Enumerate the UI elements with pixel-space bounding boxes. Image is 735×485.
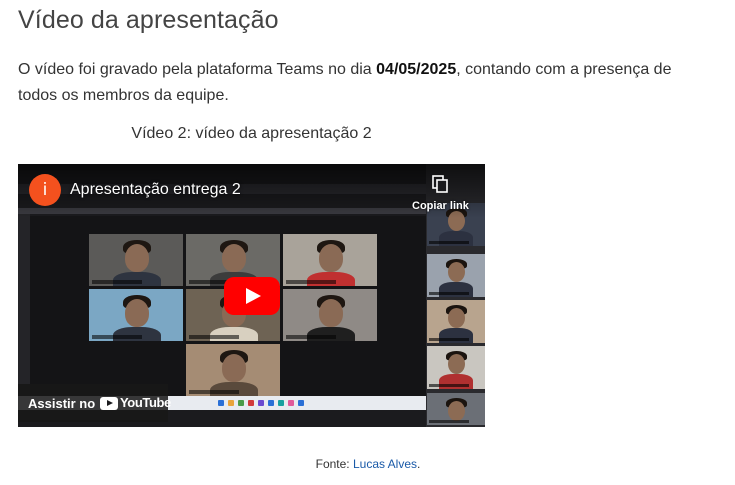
play-button[interactable] [224,277,280,315]
recording-date: 04/05/2025 [376,61,457,78]
author-link[interactable]: Lucas Alves [353,457,417,471]
description-paragraph: O vídeo foi gravado pela plataforma Team… [18,57,708,109]
taskbar-app-icon [218,400,224,406]
page-title: Vídeo da apresentação [18,6,279,34]
side-participant-tile [427,300,485,343]
taskbar-app-icon [278,400,284,406]
source-prefix: Fonte: [315,457,353,471]
channel-avatar[interactable]: i [29,174,61,206]
taskbar-app-icon [258,400,264,406]
video-caption: Vídeo 2: vídeo da apresentação 2 [131,125,372,142]
side-participant-tile [427,346,485,389]
taskbar-app-icon [288,400,294,406]
youtube-logo-icon [100,397,118,410]
copy-icon[interactable] [432,175,448,193]
participant-tile [283,289,377,341]
youtube-wordmark: YouTube [120,395,171,410]
taskbar-app-icon [298,400,304,406]
thumbnail-app-rail [18,214,30,384]
copy-link-button[interactable]: Copiar link [412,200,469,212]
taskbar-app-icon [248,400,254,406]
youtube-embed[interactable]: i Apresentação entrega 2 Copiar link Ass… [18,164,485,427]
side-participant-tile [427,254,485,297]
watch-on-label: Assistir no [28,396,96,411]
taskbar-app-icon [268,400,274,406]
description-text: O vídeo foi gravado pela plataforma Team… [18,61,377,78]
source-credit: Fonte: Lucas Alves. [18,457,718,471]
video-title[interactable]: Apresentação entrega 2 [70,181,241,199]
taskbar-app-icon [238,400,244,406]
taskbar-app-icon [228,400,234,406]
participant-tile [89,234,183,286]
source-suffix: . [417,457,421,471]
watch-on-youtube-button[interactable]: Assistir no YouTube [18,384,171,422]
participant-tile [186,344,280,396]
side-participant-tile [427,393,485,425]
participant-tile [89,289,183,341]
participant-tile [283,234,377,286]
